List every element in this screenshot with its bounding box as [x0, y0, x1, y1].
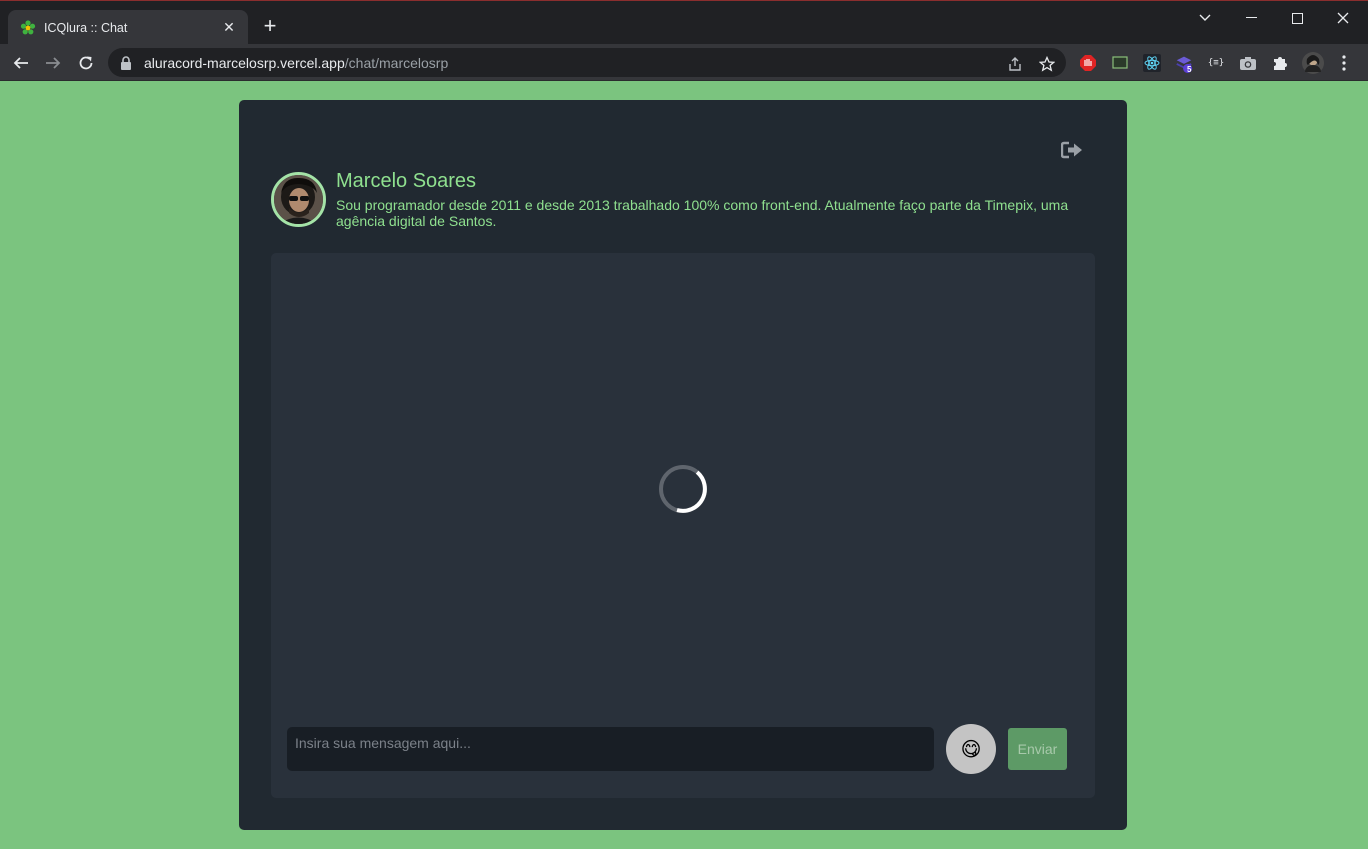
reload-icon[interactable]: [73, 50, 99, 76]
tab-title: ICQlura :: Chat: [44, 20, 128, 35]
smiley-icon: 😋: [960, 737, 982, 761]
adblock-icon[interactable]: [1078, 53, 1098, 73]
browser-tab[interactable]: ICQlura :: Chat ✕: [8, 10, 248, 45]
stack-extension-icon[interactable]: 5: [1174, 53, 1194, 74]
chat-panel: Marcelo Soares Sou programador desde 201…: [239, 100, 1127, 830]
browser-title-bar: ICQlura :: Chat ✕ +: [0, 0, 1368, 45]
maximize-icon[interactable]: [1274, 7, 1320, 29]
json-formatter-icon[interactable]: {≡}: [1206, 53, 1226, 73]
logout-icon[interactable]: [1061, 141, 1083, 161]
icq-flower-icon: [20, 19, 36, 36]
browser-menu-icon[interactable]: [1334, 53, 1354, 73]
new-tab-button[interactable]: +: [258, 15, 282, 39]
send-button[interactable]: Enviar: [1008, 728, 1067, 770]
user-avatar: [271, 172, 326, 227]
tab-close-icon[interactable]: ✕: [220, 19, 238, 36]
browser-toolbar: aluracord-marcelosrp.vercel.app/chat/mar…: [0, 44, 1368, 81]
url-path: /chat/marcelosrp: [344, 54, 449, 71]
message-list: 😋 Enviar: [271, 253, 1095, 798]
forward-arrow-icon[interactable]: [40, 50, 66, 76]
share-icon[interactable]: [1006, 55, 1024, 73]
screen-extension-icon[interactable]: [1110, 53, 1130, 73]
camera-icon[interactable]: [1238, 53, 1258, 73]
message-input[interactable]: [287, 727, 934, 771]
user-bio: Sou programador desde 2011 e desde 2013 …: [336, 197, 1069, 229]
back-arrow-icon[interactable]: [8, 50, 34, 76]
user-name: Marcelo Soares: [336, 170, 477, 192]
address-bar[interactable]: aluracord-marcelosrp.vercel.app/chat/mar…: [108, 48, 1066, 77]
url-domain: aluracord-marcelosrp.vercel.app: [144, 54, 345, 71]
close-window-icon[interactable]: [1320, 7, 1366, 29]
lock-icon: [120, 55, 134, 70]
url-text: aluracord-marcelosrp.vercel.app/chat/mar…: [144, 55, 448, 71]
emoji-sticker-button[interactable]: 😋: [946, 724, 996, 774]
json-formatter-label: {≡}: [1207, 58, 1225, 68]
minimize-icon[interactable]: [1228, 7, 1274, 29]
bookmark-star-icon[interactable]: [1038, 55, 1056, 73]
react-devtools-icon[interactable]: [1142, 53, 1162, 73]
loading-spinner: [657, 463, 709, 515]
profile-avatar[interactable]: [1302, 52, 1324, 74]
tab-search-chevron-icon[interactable]: [1182, 7, 1228, 29]
extension-badge: 5: [1187, 65, 1192, 74]
puzzle-extensions-icon[interactable]: [1270, 53, 1290, 73]
